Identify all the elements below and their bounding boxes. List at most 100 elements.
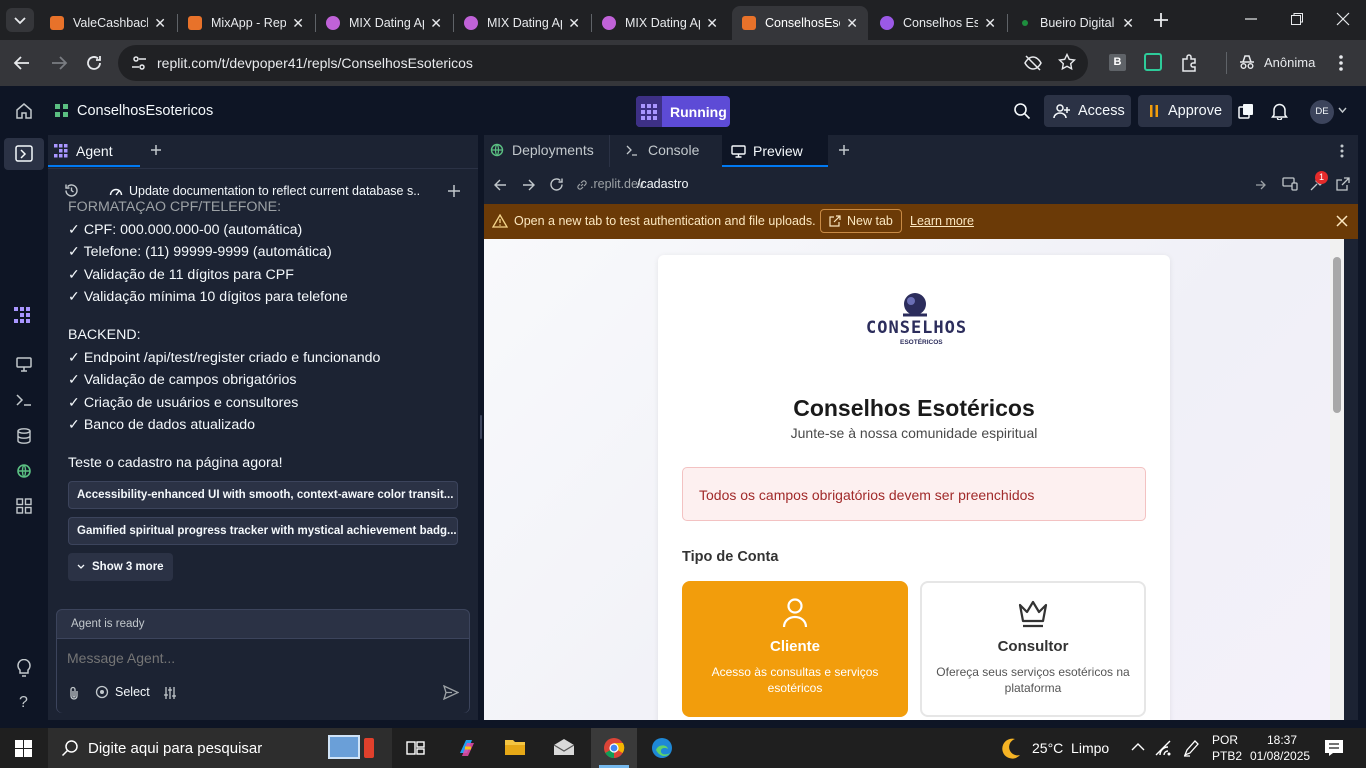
approve-button[interactable]: Approve [1138, 95, 1232, 127]
browser-tab[interactable]: Conselhos Esotéricos ✕ [870, 6, 1006, 40]
clock-time[interactable]: 18:37 [1267, 733, 1297, 747]
clock-date[interactable]: 01/08/2025 [1250, 749, 1310, 763]
back-button[interactable] [13, 54, 31, 72]
minimize-button[interactable] [1244, 12, 1258, 26]
weather-text[interactable]: 25°C Limpo [1032, 740, 1109, 756]
browser-tab[interactable]: MIX Dating App ✕ [592, 6, 728, 40]
close-icon[interactable]: ✕ [430, 15, 442, 32]
agent-icon[interactable] [14, 307, 34, 323]
file-explorer-icon[interactable] [504, 737, 526, 757]
wifi-icon[interactable] [1155, 740, 1173, 756]
preview-scrollbar[interactable] [1330, 239, 1344, 720]
suggestion-chip[interactable]: Accessibility-enhanced UI with smooth, c… [68, 481, 458, 509]
close-window-button[interactable] [1336, 12, 1350, 26]
extension-green-icon[interactable] [1144, 53, 1162, 71]
project-title[interactable]: ConselhosEsotericos [77, 103, 213, 119]
profile-button[interactable]: Anônima [1238, 53, 1315, 71]
help-icon[interactable]: ? [19, 694, 28, 712]
arrow-left-icon[interactable] [494, 179, 507, 191]
attach-icon[interactable] [69, 686, 79, 700]
pages-icon[interactable] [1238, 103, 1254, 119]
send-icon[interactable] [443, 685, 459, 700]
avatar[interactable]: DE [1310, 100, 1334, 124]
close-icon[interactable]: ✕ [292, 15, 304, 32]
close-icon[interactable]: ✕ [706, 15, 718, 32]
account-option-cliente[interactable]: Cliente Acesso às consultas e serviços e… [682, 581, 908, 717]
mail-icon[interactable] [553, 738, 575, 756]
new-tab-button[interactable] [1152, 11, 1170, 29]
windows-start-icon[interactable] [15, 740, 32, 757]
browser-tab[interactable]: MIX Dating App ✕ [454, 6, 590, 40]
add-tab-button[interactable] [838, 144, 850, 156]
reload-icon[interactable] [549, 177, 564, 192]
close-banner-icon[interactable] [1336, 215, 1348, 227]
close-icon[interactable]: ✕ [846, 15, 858, 32]
lightbulb-icon[interactable] [16, 659, 32, 677]
go-arrow-icon[interactable] [1255, 179, 1267, 191]
close-icon[interactable]: ✕ [568, 15, 580, 32]
history-icon[interactable] [64, 183, 79, 198]
task-view-icon[interactable] [406, 739, 425, 757]
checkpoint-title[interactable]: Update documentation to reflect current … [129, 184, 419, 198]
tab-agent[interactable]: Agent [48, 135, 140, 167]
chevron-down-icon[interactable] [1338, 107, 1347, 114]
database-icon[interactable] [17, 428, 31, 444]
notifications-icon[interactable] [1324, 739, 1344, 757]
deploy-icon[interactable] [16, 463, 32, 479]
browser-tab[interactable]: MixApp - Replit ✕ [178, 6, 314, 40]
new-tab-button[interactable]: New tab [820, 209, 902, 233]
new-chat-button[interactable] [447, 184, 461, 198]
message-agent-input[interactable] [67, 647, 457, 669]
show-more-button[interactable]: Show 3 more [68, 553, 173, 581]
browser-tab[interactable]: Bueiro Digital ✕ [1008, 6, 1144, 40]
keyboard-layout[interactable]: PTB2 [1212, 749, 1242, 763]
all-tools-icon[interactable] [16, 498, 32, 514]
bookmark-star-icon[interactable] [1058, 53, 1076, 71]
more-options-icon[interactable] [1340, 144, 1344, 158]
browser-menu-icon[interactable] [1338, 53, 1344, 73]
taskbar-search[interactable]: Digite aqui para pesquisar [48, 728, 392, 768]
tab-deployments[interactable]: Deployments [490, 142, 594, 158]
browser-tab[interactable]: MIX Dating App ✕ [316, 6, 452, 40]
copilot-icon[interactable] [456, 737, 478, 759]
chrome-taskbar-button[interactable] [591, 728, 637, 768]
bell-icon[interactable] [1271, 102, 1288, 120]
close-icon[interactable]: ✕ [984, 15, 996, 32]
chevron-up-icon[interactable] [1131, 742, 1145, 751]
tab-console[interactable]: Console [626, 142, 699, 158]
close-icon[interactable]: ✕ [1122, 15, 1134, 32]
input-language[interactable]: POR [1212, 733, 1238, 747]
browser-tab-active[interactable]: ConselhosEsotericos ✕ [732, 6, 868, 40]
run-status-button[interactable]: Running [636, 96, 730, 127]
devices-icon[interactable] [1282, 177, 1298, 191]
site-info-icon[interactable] [130, 54, 148, 72]
learn-more-link[interactable]: Learn more [910, 214, 974, 228]
suggestion-chip[interactable]: Gamified spiritual progress tracker with… [68, 517, 458, 545]
sliders-icon[interactable] [163, 686, 177, 700]
tab-preview[interactable]: Preview [722, 135, 828, 167]
monitor-icon[interactable] [16, 357, 32, 372]
pen-icon[interactable] [1183, 739, 1199, 757]
select-button[interactable]: Select [95, 685, 150, 699]
extensions-puzzle-icon[interactable] [1180, 53, 1199, 72]
arrow-right-icon[interactable] [522, 179, 535, 191]
eye-off-icon[interactable] [1023, 54, 1043, 72]
preview-url-input[interactable]: .replit.dev /cadastro [574, 171, 1264, 199]
browser-tab[interactable]: ValeCashback ✕ [40, 6, 176, 40]
forward-button[interactable] [50, 54, 68, 72]
access-button[interactable]: Access [1044, 95, 1131, 127]
tab-search-button[interactable] [6, 8, 34, 32]
edge-icon[interactable] [651, 737, 673, 759]
restore-button[interactable] [1290, 12, 1304, 26]
open-external-icon[interactable] [1336, 177, 1350, 191]
home-icon[interactable] [15, 102, 33, 120]
toggle-sidebar-button[interactable] [4, 138, 44, 170]
reload-button[interactable] [85, 54, 103, 72]
search-icon[interactable] [1013, 102, 1031, 120]
shell-icon[interactable] [16, 393, 32, 407]
close-icon[interactable]: ✕ [154, 15, 166, 32]
extension-b-icon[interactable]: B [1109, 54, 1126, 71]
add-tab-button[interactable] [150, 144, 162, 156]
account-option-consultor[interactable]: Consultor Ofereça seus serviços esotéric… [920, 581, 1146, 717]
omnibox[interactable]: replit.com/t/devpoper41/repls/ConselhosE… [118, 45, 1088, 81]
